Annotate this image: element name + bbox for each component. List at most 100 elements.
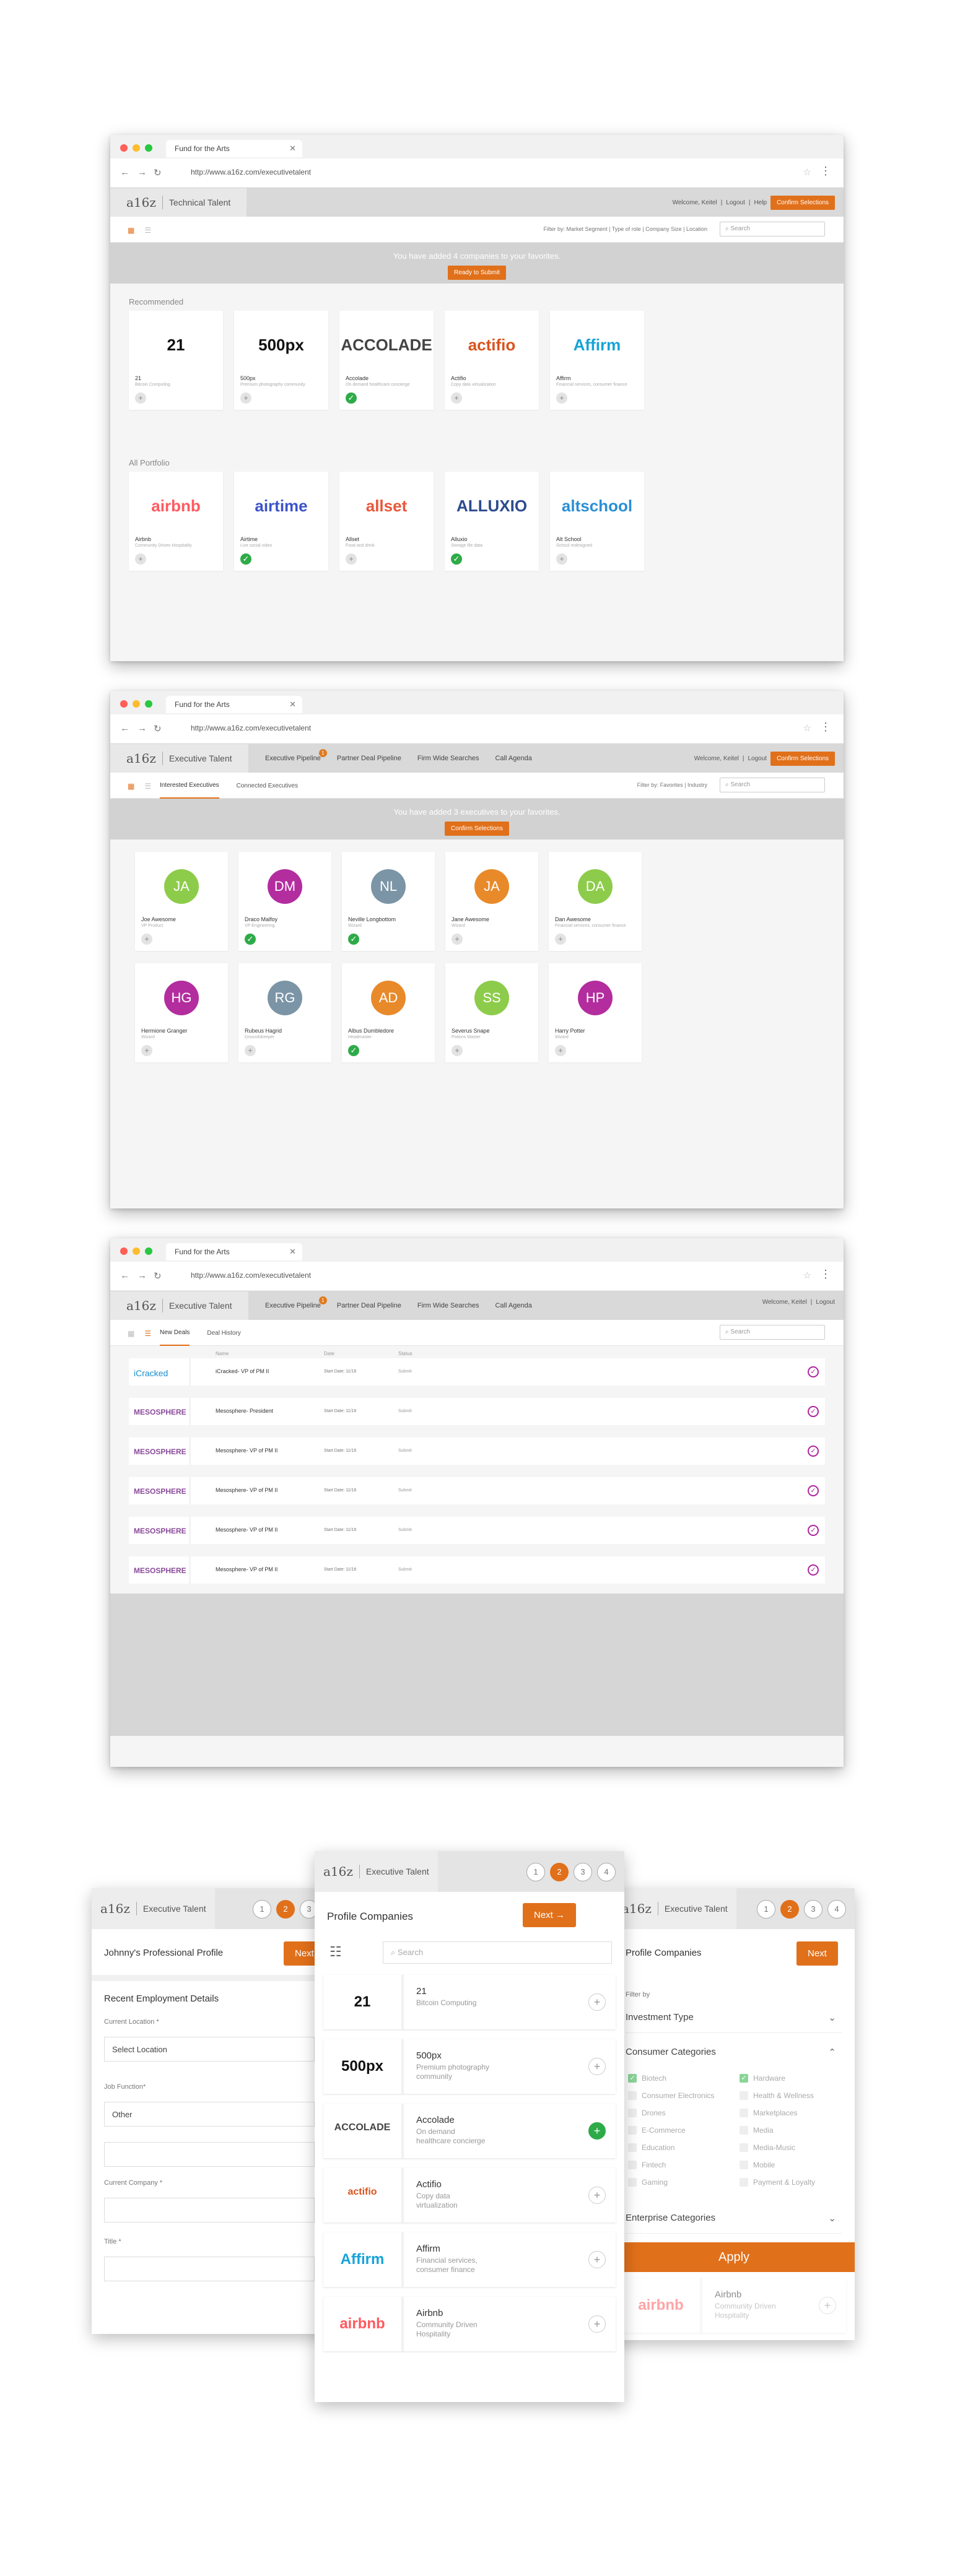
company-row[interactable]: Affirm Affirm Financial services, consumer… bbox=[323, 2232, 616, 2287]
executive-card[interactable]: HP Harry Potter Wizard + bbox=[549, 963, 642, 1062]
category-checkbox[interactable]: Media-Music bbox=[740, 2143, 795, 2152]
header-link-logout[interactable]: Logout bbox=[816, 1299, 835, 1306]
browser-tab[interactable]: Fund for the Arts ✕ bbox=[166, 140, 302, 157]
company-row[interactable]: airbnb Airbnb Community Driven Hospitality… bbox=[323, 2297, 616, 2351]
tab-deal-history[interactable]: Deal History bbox=[207, 1320, 240, 1346]
added-check-icon[interactable]: + bbox=[588, 2122, 606, 2140]
reload-icon[interactable]: ↻ bbox=[154, 1270, 162, 1281]
company-card[interactable]: airtime Airtime Live social video ✓ bbox=[234, 472, 328, 571]
company-card[interactable]: allset Allset Food and drink + bbox=[339, 472, 434, 571]
form-field[interactable]: Other bbox=[104, 2102, 315, 2127]
company-card[interactable]: altschool Alt School School redesigned + bbox=[550, 472, 644, 571]
form-field[interactable] bbox=[104, 2198, 315, 2223]
back-icon[interactable]: ← bbox=[120, 723, 129, 734]
company-row[interactable]: 500px 500px Premium photography community + bbox=[323, 2039, 616, 2094]
company-row[interactable]: 21 21 Bitcoin Computing + bbox=[323, 1975, 616, 2029]
add-favorite-icon[interactable]: + bbox=[556, 392, 567, 404]
grid-view-icon[interactable]: ▦ bbox=[128, 1329, 134, 1338]
approve-check-icon[interactable]: ✓ bbox=[808, 1446, 819, 1457]
step-4[interactable]: 4 bbox=[827, 1900, 846, 1919]
reload-icon[interactable]: ↻ bbox=[154, 167, 162, 178]
window-yellow-dot[interactable] bbox=[133, 700, 140, 708]
approve-check-icon[interactable]: ✓ bbox=[808, 1564, 819, 1576]
next-button[interactable]: Next → bbox=[523, 1903, 577, 1927]
category-checkbox[interactable]: Health & Wellness bbox=[740, 2091, 814, 2100]
window-green-dot[interactable] bbox=[145, 144, 152, 152]
add-favorite-icon[interactable]: + bbox=[141, 1045, 152, 1056]
window-red-dot[interactable] bbox=[120, 1247, 128, 1255]
company-card[interactable]: ACCOLADE Accolade On demand healthcare con… bbox=[339, 311, 434, 410]
add-company-icon[interactable]: + bbox=[588, 1993, 606, 2011]
add-favorite-icon[interactable]: + bbox=[555, 934, 566, 945]
window-red-dot[interactable] bbox=[120, 700, 128, 708]
added-check-icon[interactable]: ✓ bbox=[348, 1045, 359, 1056]
company-card[interactable]: Affirm Affirm Financial services, consumer… bbox=[550, 311, 644, 410]
step-2[interactable]: 2 bbox=[780, 1900, 799, 1919]
back-icon[interactable]: ← bbox=[120, 167, 129, 178]
company-row[interactable]: ACCOLADE Accolade On demand healthcare con… bbox=[323, 2104, 616, 2158]
add-favorite-icon[interactable]: + bbox=[452, 1045, 463, 1056]
nav-item-call-agenda[interactable]: Call Agenda bbox=[495, 1302, 531, 1309]
company-row[interactable]: actifio Actifio Copy data virtualization + bbox=[323, 2168, 616, 2223]
step-1[interactable]: 1 bbox=[757, 1900, 775, 1919]
window-green-dot[interactable] bbox=[145, 700, 152, 708]
step-3[interactable]: 3 bbox=[574, 1863, 592, 1881]
reload-icon[interactable]: ↻ bbox=[154, 723, 162, 734]
add-company-icon[interactable]: + bbox=[588, 2058, 606, 2075]
list-view-icon[interactable]: ☰ bbox=[144, 226, 151, 235]
add-favorite-icon[interactable]: + bbox=[141, 934, 152, 945]
forward-icon[interactable]: → bbox=[137, 167, 147, 178]
add-favorite-icon[interactable]: + bbox=[556, 553, 567, 565]
confirm-selections-banner-button[interactable]: Confirm Selections bbox=[445, 822, 509, 836]
add-favorite-icon[interactable]: + bbox=[451, 392, 462, 404]
added-check-icon[interactable]: ✓ bbox=[346, 392, 357, 404]
back-icon[interactable]: ← bbox=[120, 1270, 129, 1281]
add-favorite-icon[interactable]: + bbox=[240, 392, 251, 404]
add-company-icon[interactable]: + bbox=[588, 2251, 606, 2268]
approve-check-icon[interactable]: ✓ bbox=[808, 1485, 819, 1496]
category-checkbox[interactable]: ✓ Hardware bbox=[740, 2074, 785, 2083]
approve-check-icon[interactable]: ✓ bbox=[808, 1525, 819, 1536]
category-checkbox[interactable]: Gaming bbox=[628, 2178, 668, 2187]
step-4[interactable]: 4 bbox=[597, 1863, 616, 1881]
executive-card[interactable]: RG Rubeus Hagrid Groundskeeper + bbox=[238, 963, 331, 1062]
tab-connected-executives[interactable]: Connected Executives bbox=[237, 773, 299, 799]
tab-new-deals[interactable]: New Deals bbox=[160, 1320, 190, 1346]
browser-menu-icon[interactable]: ⋮ bbox=[820, 165, 831, 178]
bookmark-star-icon[interactable]: ☆ bbox=[803, 722, 811, 734]
bookmark-star-icon[interactable]: ☆ bbox=[803, 167, 811, 178]
form-field[interactable]: Select Location bbox=[104, 2037, 315, 2062]
column-header-date[interactable]: Date bbox=[324, 1351, 334, 1356]
search-input[interactable]: ⌕ Search bbox=[720, 222, 825, 236]
executive-card[interactable]: DM Draco Malfoy VP Engineering ✓ bbox=[238, 852, 331, 951]
enterprise-categories-accordion[interactable]: Enterprise Categories ⌄ bbox=[626, 2203, 842, 2234]
category-checkbox[interactable]: Marketplaces bbox=[740, 2109, 797, 2117]
filter-options[interactable]: Filter by: Favorites | Industry bbox=[637, 782, 707, 788]
step-2[interactable]: 2 bbox=[276, 1900, 295, 1919]
brand[interactable]: a16z Technical Talent bbox=[110, 188, 247, 217]
executive-card[interactable]: JA Joe Awesome VP Product + bbox=[135, 852, 228, 951]
category-checkbox[interactable]: Education bbox=[628, 2143, 674, 2152]
address-bar[interactable]: http://www.a16z.com/executivetalent bbox=[183, 163, 806, 181]
window-red-dot[interactable] bbox=[120, 144, 128, 152]
category-checkbox[interactable]: Mobile bbox=[740, 2161, 775, 2169]
step-2[interactable]: 2 bbox=[550, 1863, 569, 1881]
list-view-icon[interactable]: ☰ bbox=[144, 782, 151, 791]
nav-item-executive-pipeline[interactable]: Executive Pipeline 1 bbox=[265, 749, 327, 762]
step-1[interactable]: 1 bbox=[526, 1863, 545, 1881]
browser-menu-icon[interactable]: ⋮ bbox=[820, 1268, 831, 1281]
column-header-status[interactable]: Status bbox=[398, 1351, 412, 1356]
address-bar[interactable]: http://www.a16z.com/executivetalent bbox=[183, 1267, 806, 1284]
approve-check-icon[interactable]: ✓ bbox=[808, 1366, 819, 1377]
executive-card[interactable]: AD Albus Dumbledore Headmaster ✓ bbox=[342, 963, 435, 1062]
search-input[interactable]: ⌕ Search bbox=[383, 1941, 612, 1964]
step-1[interactable]: 1 bbox=[253, 1900, 271, 1919]
executive-card[interactable]: JA Jane Awesome Wizard + bbox=[445, 852, 538, 951]
confirm-selections-button[interactable]: Confirm Selections bbox=[770, 196, 835, 210]
tab-interested-executives[interactable]: Interested Executives bbox=[160, 773, 219, 799]
ready-to-submit-button[interactable]: Ready to Submit bbox=[448, 266, 506, 280]
added-check-icon[interactable]: ✓ bbox=[348, 934, 359, 945]
column-header-name[interactable]: Name bbox=[216, 1351, 229, 1356]
category-checkbox[interactable]: Drones bbox=[628, 2109, 666, 2117]
header-link-help[interactable]: Help bbox=[754, 199, 767, 206]
